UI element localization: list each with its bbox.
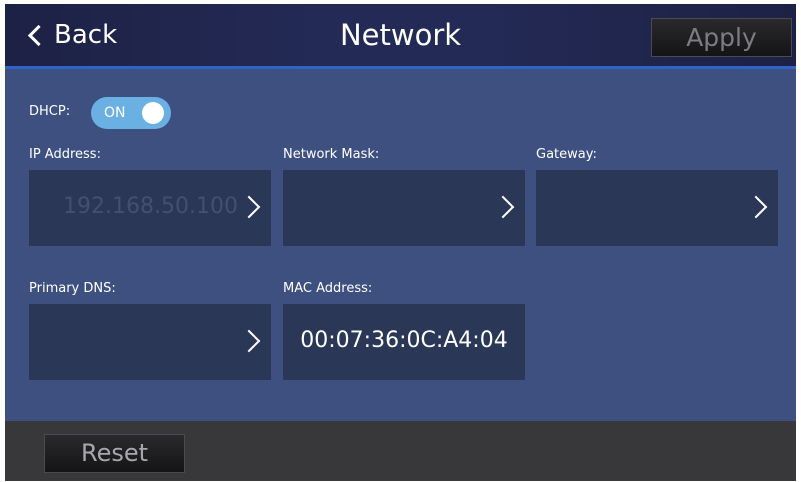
ip-address-label: IP Address: bbox=[29, 147, 101, 162]
primary-dns-field[interactable] bbox=[29, 304, 271, 380]
dhcp-toggle[interactable]: ON bbox=[91, 97, 171, 129]
chevron-right-icon bbox=[237, 195, 261, 219]
header-bar: Back Network Apply bbox=[5, 4, 796, 69]
reset-button[interactable]: Reset bbox=[44, 434, 185, 473]
mac-address-label: MAC Address: bbox=[283, 281, 373, 296]
mac-address-value: 00:07:36:0C:A4:04 bbox=[300, 328, 508, 353]
settings-panel: DHCP: ON IP Address: 192.168.50.100 Netw… bbox=[5, 69, 796, 421]
network-mask-label: Network Mask: bbox=[283, 147, 380, 162]
mac-address-field: 00:07:36:0C:A4:04 bbox=[283, 304, 525, 380]
network-mask-field[interactable] bbox=[283, 170, 525, 246]
gateway-field[interactable] bbox=[536, 170, 778, 246]
primary-dns-label: Primary DNS: bbox=[29, 281, 116, 296]
gateway-label: Gateway: bbox=[536, 147, 597, 162]
footer-bar: Reset bbox=[5, 421, 796, 481]
chevron-right-icon bbox=[491, 195, 515, 219]
ip-address-value: 192.168.50.100 bbox=[63, 194, 238, 219]
dhcp-toggle-state: ON bbox=[104, 105, 126, 121]
toggle-knob bbox=[142, 102, 164, 124]
chevron-right-icon bbox=[237, 329, 261, 353]
ip-address-field[interactable]: 192.168.50.100 bbox=[29, 170, 271, 246]
dhcp-label: DHCP: bbox=[29, 104, 71, 119]
network-settings-screen: Back Network Apply DHCP: ON IP Address: … bbox=[5, 4, 796, 481]
apply-button[interactable]: Apply bbox=[651, 18, 792, 57]
chevron-right-icon bbox=[744, 195, 768, 219]
